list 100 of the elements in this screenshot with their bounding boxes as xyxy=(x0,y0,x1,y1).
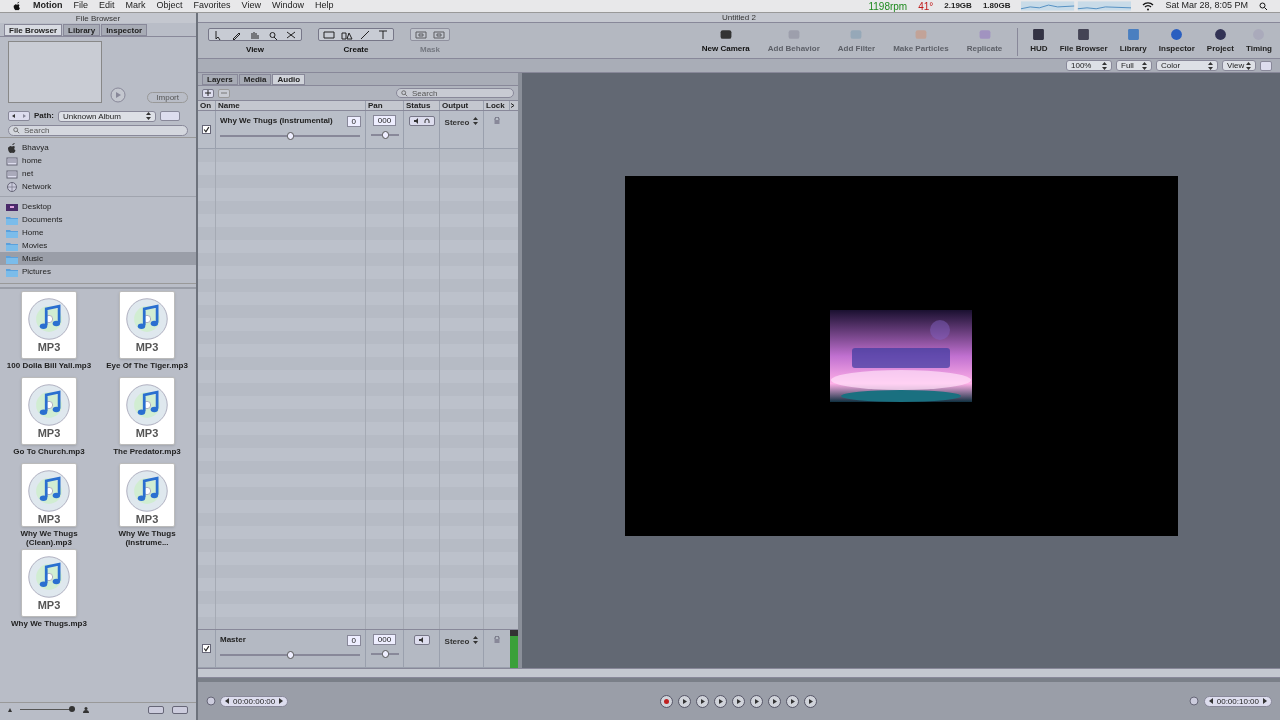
sidebar-item[interactable]: Bhavya xyxy=(0,141,196,154)
panel-tab[interactable]: Layers xyxy=(202,74,238,85)
menu-item[interactable]: Object xyxy=(156,0,183,13)
menu-item[interactable]: Favorites xyxy=(193,0,231,13)
end-timecode-field[interactable]: 00:00:10:00 xyxy=(1203,695,1272,707)
file-thumbnail[interactable]: MP3 xyxy=(119,377,175,445)
output-select[interactable]: Stereo xyxy=(444,636,470,648)
sidebar-item[interactable]: net xyxy=(0,167,196,180)
panel-tab[interactable]: Library xyxy=(63,24,101,36)
file-thumbnail[interactable]: MP3 xyxy=(21,377,77,445)
start-timecode-field[interactable]: 00:00:00:00 xyxy=(220,695,289,707)
sidebar-item[interactable]: Music xyxy=(0,252,196,265)
file-name[interactable]: 100 Dolla Bill Yall.mp3 xyxy=(6,361,92,370)
play-button[interactable] xyxy=(731,694,745,708)
record-button[interactable] xyxy=(659,694,673,708)
window-toggle[interactable]: HUD xyxy=(1030,28,1048,55)
window-toggle[interactable]: File Browser xyxy=(1059,28,1108,55)
panel-tab[interactable]: Media xyxy=(238,74,272,85)
file-name[interactable]: Why We Thugs.mp3 xyxy=(11,619,87,628)
view-select[interactable]: Color xyxy=(1156,60,1218,71)
sidebar-item[interactable]: Documents xyxy=(0,213,196,226)
add-button[interactable] xyxy=(202,88,214,98)
file-type-label: MP3 xyxy=(37,342,61,353)
column-header[interactable]: Pan xyxy=(366,101,404,110)
column-header[interactable]: Status xyxy=(404,101,440,110)
window-title: Untitled 2 xyxy=(722,13,756,22)
view-select[interactable]: Full xyxy=(1116,60,1152,71)
more-columns-icon[interactable] xyxy=(510,101,516,110)
sidebar-item[interactable]: Movies xyxy=(0,239,196,252)
slider-thumb[interactable] xyxy=(287,132,294,140)
panel-tab[interactable]: File Browser xyxy=(4,24,62,36)
sidebar-item[interactable]: Desktop xyxy=(0,200,196,213)
sidebar-item[interactable]: Network xyxy=(0,180,196,193)
output-select[interactable]: Stereo xyxy=(444,117,470,129)
overlay-button[interactable] xyxy=(1260,60,1272,71)
enable-checkbox[interactable] xyxy=(202,125,211,134)
icon-size-slider-thumb[interactable] xyxy=(69,706,76,712)
search-field[interactable]: Search xyxy=(8,124,188,136)
file-name[interactable]: Why We Thugs (Clean).mp3 xyxy=(2,529,96,547)
right-arrow-icon[interactable] xyxy=(279,698,284,704)
file-name[interactable]: Eye Of The Tiger.mp3 xyxy=(106,361,188,370)
window-toggle[interactable]: Timing xyxy=(1245,28,1272,55)
shape-tool-icon[interactable] xyxy=(339,29,355,40)
wifi-icon[interactable] xyxy=(1142,1,1155,11)
window-toggle[interactable]: Library xyxy=(1119,28,1147,55)
sidebar-item[interactable]: Home xyxy=(0,226,196,239)
view-select[interactable]: View xyxy=(1222,60,1256,71)
pan-field[interactable]: 000 xyxy=(372,115,397,126)
rectangle-tool-icon[interactable] xyxy=(321,29,337,40)
search-icon[interactable] xyxy=(1259,1,1268,11)
path-select[interactable]: Unknown Album xyxy=(58,110,156,122)
app-menu[interactable]: Motion xyxy=(33,0,63,13)
toolbar-action[interactable]: New Camera xyxy=(698,28,753,55)
slider-thumb[interactable] xyxy=(381,650,389,658)
search-field[interactable]: Search xyxy=(396,88,514,98)
left-arrow-icon[interactable] xyxy=(1208,698,1213,704)
file-name[interactable]: Go To Church.mp3 xyxy=(13,447,85,456)
pan-field[interactable]: 000 xyxy=(372,634,397,645)
clock[interactable]: Sat Mar 28, 8:05 PM xyxy=(1165,0,1248,13)
new-folder-button[interactable] xyxy=(148,705,164,714)
file-thumbnail[interactable]: MP3 xyxy=(21,463,77,527)
file-thumbnail[interactable]: MP3 xyxy=(119,463,175,527)
view-select[interactable]: 100% xyxy=(1066,60,1112,71)
music-disc-icon xyxy=(124,382,170,428)
file-thumbnail[interactable]: MP3 xyxy=(21,549,77,617)
reveal-button[interactable] xyxy=(172,705,188,714)
window-toggle[interactable]: Inspector xyxy=(1158,28,1195,55)
sidebar-item[interactable]: home xyxy=(0,154,196,167)
menu-item[interactable]: Help xyxy=(314,0,334,13)
up-down-arrows-icon xyxy=(146,112,151,120)
slider-thumb[interactable] xyxy=(381,131,389,139)
window-toggle[interactable]: Project xyxy=(1206,28,1234,55)
menu-item[interactable]: Window xyxy=(271,0,304,13)
column-header[interactable]: Output xyxy=(440,101,484,110)
menu-item[interactable]: Mark xyxy=(125,0,146,13)
volume-field[interactable]: 0 xyxy=(346,115,361,127)
back-forward-buttons[interactable] xyxy=(8,111,30,121)
view-mode-buttons[interactable] xyxy=(160,111,180,121)
apple-icon[interactable] xyxy=(12,1,22,11)
menu-item[interactable]: View xyxy=(241,0,261,13)
file-thumbnail[interactable]: MP3 xyxy=(21,291,77,359)
panel-tab[interactable]: Inspector xyxy=(101,24,148,36)
left-arrow-icon[interactable] xyxy=(225,698,229,704)
menu-item[interactable]: File xyxy=(73,0,88,13)
file-thumbnail[interactable]: MP3 xyxy=(119,291,175,359)
column-header[interactable]: Name xyxy=(216,101,366,110)
sidebar-item[interactable]: Pictures xyxy=(0,265,196,278)
file-name[interactable]: Why We Thugs (Instrume... xyxy=(100,529,194,547)
menu-item[interactable]: Edit xyxy=(99,0,115,13)
file-name[interactable]: The Predator.mp3 xyxy=(113,447,181,456)
enable-checkbox[interactable] xyxy=(202,644,211,653)
search-icon xyxy=(13,126,20,134)
panel-tab[interactable]: Audio xyxy=(272,74,306,85)
status-button[interactable] xyxy=(413,635,430,645)
volume-field[interactable]: 0 xyxy=(346,634,361,646)
right-arrow-icon[interactable] xyxy=(1263,698,1267,704)
slider-thumb[interactable] xyxy=(287,651,294,659)
status-button[interactable] xyxy=(408,116,435,126)
column-header[interactable]: Lock xyxy=(484,101,510,110)
column-header[interactable]: On xyxy=(198,101,216,110)
